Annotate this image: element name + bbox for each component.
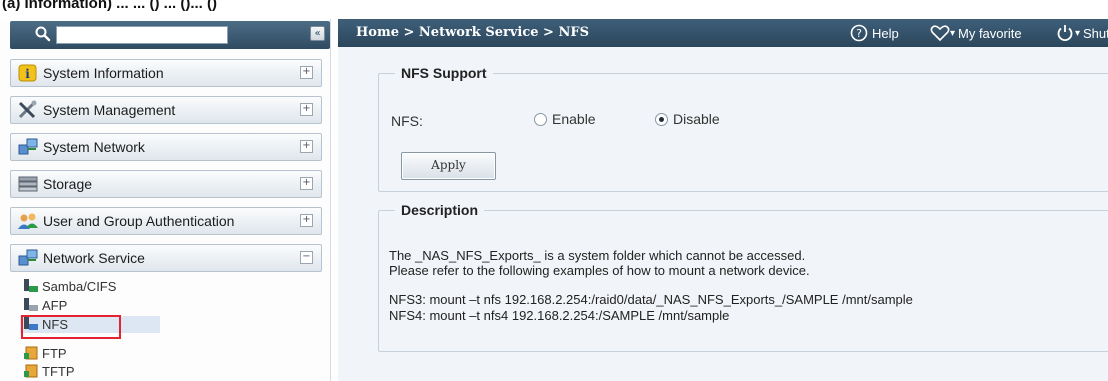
- dropdown-arrow-icon: ▾: [950, 28, 956, 39]
- main-content: NFS Support NFS: Enable Disable Apply De…: [338, 47, 1108, 381]
- nfs3-mount-example: NFS3: mount –t nfs 192.168.2.254:/raid0/…: [389, 292, 913, 307]
- collapse-sidebar-button[interactable]: «: [310, 26, 325, 41]
- dropdown-arrow-icon: ▾: [1075, 28, 1081, 39]
- nfs4-mount-example: NFS4: mount –t nfs4 192.168.2.254:/SAMPL…: [389, 308, 730, 323]
- menu-item-system-management[interactable]: System Management +: [10, 96, 322, 124]
- help-link[interactable]: ? Help: [850, 24, 922, 44]
- nfs-support-group: NFS Support NFS: Enable Disable Apply: [378, 65, 1108, 192]
- samba-icon: [24, 279, 38, 292]
- search-icon[interactable]: [34, 25, 52, 43]
- collapse-icon[interactable]: −: [300, 251, 313, 264]
- ftp-icon: [24, 346, 38, 360]
- radio-label: Enable: [552, 111, 596, 127]
- tftp-icon: [24, 364, 38, 378]
- info-icon: i: [18, 64, 37, 82]
- sidebar: « i System Information + System Manageme…: [0, 19, 331, 381]
- afp-icon: [24, 298, 38, 311]
- expand-icon[interactable]: +: [300, 140, 313, 153]
- menu-item-system-information[interactable]: i System Information +: [10, 59, 322, 87]
- nfs-field-label: NFS:: [391, 113, 423, 129]
- sidebar-item-afp[interactable]: AFP: [20, 297, 160, 314]
- storage-icon: [18, 176, 38, 192]
- svg-text:?: ?: [856, 27, 862, 40]
- expand-icon[interactable]: +: [300, 177, 313, 190]
- menu-label: Storage: [43, 176, 93, 192]
- network-service-icon: [18, 249, 38, 266]
- menu-item-network-service[interactable]: Network Service −: [10, 244, 322, 272]
- top-bar: Home > Network Service > NFS ? Help ▾ My…: [338, 19, 1108, 47]
- selection-highlight: [21, 315, 121, 339]
- menu-label: Network Service: [43, 250, 145, 266]
- caption-text: (a) Information) ... ... () ... ()... (): [2, 0, 217, 12]
- sub-label: TFTP: [42, 364, 75, 379]
- tools-icon: [18, 100, 37, 119]
- sidebar-item-samba-cifs[interactable]: Samba/CIFS: [20, 278, 160, 295]
- heart-icon: [930, 25, 950, 42]
- expand-icon[interactable]: +: [300, 103, 313, 116]
- search-input[interactable]: [56, 26, 228, 44]
- menu-label: System Information: [43, 65, 164, 81]
- users-icon: [18, 213, 38, 229]
- sub-label: AFP: [42, 298, 68, 313]
- radio-button[interactable]: [655, 113, 668, 126]
- sidebar-item-tftp[interactable]: TFTP: [20, 363, 160, 380]
- expand-icon[interactable]: +: [300, 214, 313, 227]
- power-icon: [1057, 25, 1073, 42]
- help-label: Help: [872, 26, 899, 41]
- description-line: The _NAS_NFS_Exports_ is a system folder…: [389, 248, 806, 263]
- shutdown-label: Shut: [1083, 26, 1108, 41]
- description-legend: Description: [401, 202, 479, 218]
- menu-item-storage[interactable]: Storage +: [10, 170, 322, 198]
- favorite-label: My favorite: [958, 26, 1022, 41]
- shutdown-menu[interactable]: ▾ Shut: [1056, 24, 1108, 44]
- svg-text:i: i: [25, 67, 30, 81]
- sub-label: Samba/CIFS: [42, 279, 117, 294]
- menu-label: System Management: [43, 102, 176, 118]
- menu-label: User and Group Authentication: [43, 213, 235, 229]
- search-bar: «: [10, 21, 330, 49]
- description-group: Description The _NAS_NFS_Exports_ is a s…: [378, 202, 1108, 352]
- radio-label: Disable: [673, 111, 720, 127]
- menu-item-system-network[interactable]: System Network +: [10, 133, 322, 161]
- caption-strip: (a) Information) ... ... () ... ()... (): [0, 0, 1108, 19]
- breadcrumb: Home > Network Service > NFS: [356, 25, 589, 40]
- nfs-support-legend: NFS Support: [401, 65, 487, 81]
- description-line: Please refer to the following examples o…: [389, 263, 810, 278]
- menu-label: System Network: [43, 139, 145, 155]
- sub-label: FTP: [42, 346, 67, 361]
- network-icon: [18, 138, 38, 155]
- help-icon: ?: [850, 24, 868, 42]
- menu-item-user-group-authentication[interactable]: User and Group Authentication +: [10, 207, 322, 235]
- my-favorite-menu[interactable]: ▾ My favorite: [930, 24, 1050, 44]
- expand-icon[interactable]: +: [300, 66, 313, 79]
- sidebar-item-ftp[interactable]: FTP: [20, 345, 160, 362]
- radio-button[interactable]: [534, 113, 547, 126]
- apply-button[interactable]: Apply: [401, 152, 496, 180]
